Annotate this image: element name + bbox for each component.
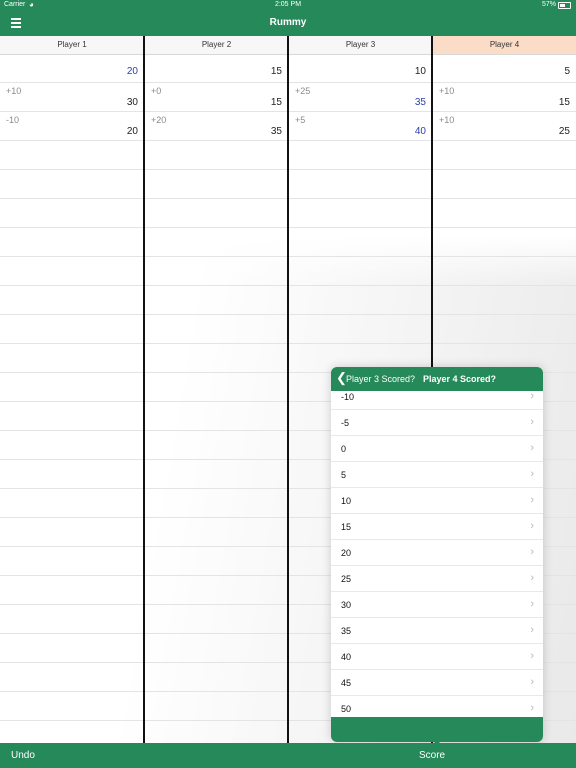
popover-title: Player 4 Scored?	[423, 374, 497, 384]
chevron-right-icon: ›	[530, 390, 534, 402]
score-total: 30	[126, 97, 138, 108]
player-header-active[interactable]: Player 4	[433, 36, 576, 55]
nav-bar: Rummy	[0, 11, 576, 36]
score-option-label: 50	[341, 704, 352, 714]
column-divider	[143, 36, 145, 743]
score-cell: 5	[433, 55, 576, 84]
score-delta: +25	[295, 86, 311, 96]
score-delta: -10	[6, 115, 20, 125]
undo-button[interactable]: Undo	[11, 750, 35, 761]
score-popover: -10 › -5 › 0 › 5 › 10 › 15 › 20 › 25 › 3…	[331, 367, 543, 742]
score-option[interactable]: 15 ›	[331, 514, 543, 540]
popover-header: ❮ Player 3 Scored? Player 4 Scored?	[331, 367, 543, 391]
score-option-label: -5	[341, 418, 350, 428]
column-divider	[287, 36, 289, 743]
chevron-right-icon: ›	[530, 702, 534, 714]
score-cell: +25 35	[289, 84, 432, 113]
score-total: 20	[126, 126, 138, 137]
chevron-right-icon: ›	[530, 416, 534, 428]
score-option-label: 40	[341, 652, 352, 662]
score-cell: +10 30	[0, 84, 144, 113]
score-option[interactable]: 0 ›	[331, 436, 543, 462]
score-option[interactable]: 35 ›	[331, 618, 543, 644]
chevron-right-icon: ›	[530, 468, 534, 480]
score-option[interactable]: 45 ›	[331, 670, 543, 696]
player-header[interactable]: Player 3	[289, 36, 432, 55]
score-delta: +10	[439, 86, 455, 96]
score-cell: +0 15	[145, 84, 288, 113]
score-option-label: 25	[341, 574, 352, 584]
score-delta: +10	[439, 115, 455, 125]
status-bar: Carrier ◕ 2:05 PM 57%	[0, 0, 576, 11]
score-total: 40	[414, 126, 426, 137]
score-option-label: 45	[341, 678, 352, 688]
score-option-label: -10	[341, 392, 355, 402]
score-total: 15	[270, 97, 282, 108]
score-cell: +10 25	[433, 113, 576, 142]
score-delta: +10	[6, 86, 22, 96]
score-option[interactable]: -5 ›	[331, 410, 543, 436]
score-button[interactable]: Score	[419, 750, 445, 761]
score-option[interactable]: 5 ›	[331, 462, 543, 488]
chevron-right-icon: ›	[530, 676, 534, 688]
page-title: Rummy	[269, 17, 307, 28]
score-total: 15	[270, 66, 282, 77]
score-total: 35	[270, 126, 282, 137]
status-time: 2:05 PM	[274, 1, 302, 8]
chevron-right-icon: ›	[530, 494, 534, 506]
score-delta: +0	[151, 86, 162, 96]
chevron-right-icon: ›	[530, 546, 534, 558]
score-option-label: 5	[341, 470, 347, 480]
popover-footer	[331, 717, 543, 742]
score-cell: +5 40	[289, 113, 432, 142]
score-option[interactable]: 40 ›	[331, 644, 543, 670]
battery-icon	[558, 2, 571, 9]
score-cell: 15	[145, 55, 288, 84]
battery-percent: 57%	[541, 1, 556, 8]
player-column: Player 1 20 +10 30 -10 20	[0, 36, 144, 743]
score-total: 15	[558, 97, 570, 108]
score-option-label: 30	[341, 600, 352, 610]
score-cell: 10	[289, 55, 432, 84]
chevron-right-icon: ›	[530, 624, 534, 636]
score-total: 35	[414, 97, 426, 108]
score-total: 25	[558, 126, 570, 137]
back-button[interactable]: Player 3 Scored?	[346, 374, 415, 384]
chevron-right-icon: ›	[530, 650, 534, 662]
score-option-label: 10	[341, 496, 352, 506]
score-option-label: 0	[341, 444, 347, 454]
chevron-right-icon: ›	[530, 520, 534, 532]
score-option[interactable]: 10 ›	[331, 488, 543, 514]
score-total: 20	[126, 66, 138, 77]
chevron-right-icon: ›	[530, 572, 534, 584]
score-option-label: 15	[341, 522, 352, 532]
score-option[interactable]: 20 ›	[331, 540, 543, 566]
score-option-label: 35	[341, 626, 352, 636]
score-option-label: 20	[341, 548, 352, 558]
score-cell: +10 15	[433, 84, 576, 113]
score-option[interactable]: 30 ›	[331, 592, 543, 618]
score-option-list[interactable]: -10 › -5 › 0 › 5 › 10 › 15 › 20 › 25 › 3…	[331, 384, 543, 722]
bottom-toolbar: Undo Score	[0, 743, 576, 768]
player-header[interactable]: Player 1	[0, 36, 144, 55]
score-delta: +20	[151, 115, 167, 125]
score-total: 10	[414, 66, 426, 77]
score-total: 5	[564, 66, 570, 77]
score-cell: -10 20	[0, 113, 144, 142]
chevron-right-icon: ›	[530, 442, 534, 454]
score-cell: +20 35	[145, 113, 288, 142]
score-delta: +5	[295, 115, 306, 125]
score-option[interactable]: 25 ›	[331, 566, 543, 592]
player-header[interactable]: Player 2	[145, 36, 288, 55]
chevron-right-icon: ›	[530, 598, 534, 610]
score-cell: 20	[0, 55, 144, 84]
player-column: Player 2 15 +0 15 +20 35	[145, 36, 288, 743]
